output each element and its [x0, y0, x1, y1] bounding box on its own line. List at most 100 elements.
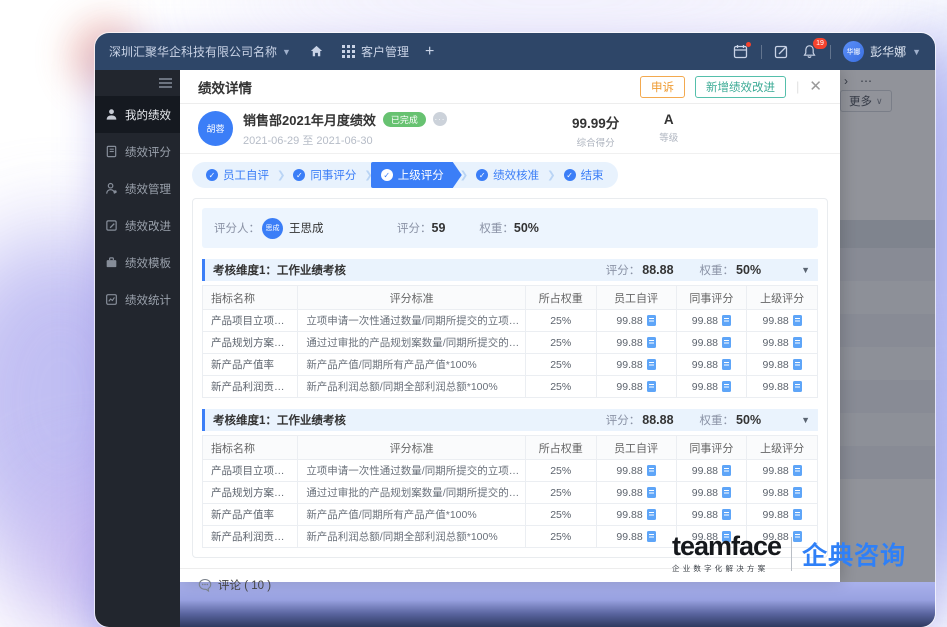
divider: [791, 537, 792, 571]
person-icon: [105, 108, 118, 121]
collapse-menu-icon[interactable]: [159, 76, 172, 91]
collapse-caret-icon[interactable]: ▼: [801, 265, 810, 275]
weight-value: 50%: [514, 221, 539, 235]
bell-icon[interactable]: 19: [802, 44, 818, 60]
sidebar-item-performance-stats[interactable]: 绩效统计: [95, 281, 180, 318]
sidebar-item-label: 绩效管理: [125, 181, 171, 197]
divider: |: [796, 79, 799, 94]
sidebar-item-my-performance[interactable]: 我的绩效: [95, 96, 180, 133]
nav-app-tab[interactable]: 客户管理: [342, 43, 409, 60]
scoring-standard: 新产品利润总额/同期全部利润总额*100%: [298, 376, 526, 398]
sidebar-item-performance-template[interactable]: 绩效模板: [95, 244, 180, 281]
self-score-cell: 99.88: [596, 482, 676, 504]
attachment-file-icon[interactable]: [647, 465, 656, 476]
company-switcher[interactable]: 深圳汇聚华企科技有限公司名称 ▼: [109, 43, 291, 60]
close-icon[interactable]: ✕: [809, 79, 822, 94]
sidebar-item-performance-improve[interactable]: 绩效改进: [95, 207, 180, 244]
attachment-file-icon[interactable]: [793, 465, 802, 476]
column-header: 同事评分: [676, 286, 747, 310]
sidebar-item-performance-manage[interactable]: 绩效管理: [95, 170, 180, 207]
check-icon: ✓: [476, 169, 488, 181]
score-label: 评分：: [397, 220, 432, 236]
calendar-icon[interactable]: [733, 44, 749, 60]
attachment-file-icon[interactable]: [647, 531, 656, 542]
peer-score-cell: 99.88: [676, 504, 747, 526]
attachment-file-icon[interactable]: [647, 359, 656, 370]
self-score-cell: 99.88: [596, 504, 676, 526]
weight-cell: 25%: [525, 526, 596, 548]
score-label: 评分：: [606, 262, 641, 278]
attachment-file-icon[interactable]: [647, 509, 656, 520]
attachment-file-icon[interactable]: [647, 315, 656, 326]
performance-detail-modal: 绩效详情 申诉 新增绩效改进 | ✕ 胡蓉 销售部2021年月度绩效 已完成: [180, 70, 840, 582]
attachment-file-icon[interactable]: [793, 315, 802, 326]
superior-score-cell: 99.88: [747, 310, 818, 332]
column-header: 上级评分: [747, 436, 818, 460]
step-superior-score[interactable]: ✓ 上级评分: [371, 162, 462, 188]
attachment-file-icon[interactable]: [722, 487, 731, 498]
column-header: 员工自评: [596, 436, 676, 460]
attachment-file-icon[interactable]: [793, 509, 802, 520]
attachment-file-icon[interactable]: [647, 337, 656, 348]
attachment-file-icon[interactable]: [793, 487, 802, 498]
evaluator-bar: 评分人： 思成 王思成 评分： 59 权重： 50%: [202, 208, 818, 248]
dimension-title: 考核维度1：工作业绩考核: [213, 262, 346, 278]
peer-score-cell: 99.88: [676, 482, 747, 504]
score-label: 评分：: [606, 412, 641, 428]
attachment-file-icon[interactable]: [647, 381, 656, 392]
attachment-file-icon[interactable]: [793, 381, 802, 392]
user-menu[interactable]: 华娜 彭华娜 ▼: [843, 41, 921, 62]
decor-glow: [200, 0, 900, 30]
check-icon: ✓: [564, 169, 576, 181]
score-table: 指标名称 评分标准 所占权重 员工自评 同事评分 上级评分: [202, 285, 818, 398]
attachment-file-icon[interactable]: [722, 337, 731, 348]
evaluator-name: 王思成: [289, 220, 397, 236]
attachment-file-icon[interactable]: [722, 315, 731, 326]
dimension-section-header[interactable]: 考核维度1：工作业绩考核 评分： 88.88 权重： 50% ▼: [202, 409, 818, 431]
step-approval[interactable]: ✓ 绩效核准: [466, 162, 549, 188]
scoring-standard: 通过过审批的产品规划案数量/同期所提交的产期所提方案总案*100%: [298, 482, 526, 504]
peer-score-cell: 99.88: [676, 332, 747, 354]
step-label: 上级评分: [398, 167, 444, 183]
collapse-caret-icon[interactable]: ▼: [801, 415, 810, 425]
indicator-name: 新产品利润贡献率: [203, 376, 298, 398]
indicator-row: 产品项目立项一次性通过率 立项申请一次性通过数量/同期所提交的立项申请总数*10…: [203, 310, 818, 332]
dimension-section-header[interactable]: 考核维度1：工作业绩考核 评分： 88.88 权重： 50% ▼: [202, 259, 818, 281]
attachment-file-icon[interactable]: [722, 465, 731, 476]
weight-label: 权重：: [700, 262, 735, 278]
modal-title: 绩效详情: [198, 77, 252, 97]
step-peer-score[interactable]: ✓ 同事评分: [283, 162, 366, 188]
superior-score-cell: 99.88: [747, 354, 818, 376]
comment-bubble-icon[interactable]: ···: [433, 112, 447, 126]
appeal-button[interactable]: 申诉: [640, 76, 685, 98]
attachment-file-icon[interactable]: [722, 359, 731, 370]
attachment-file-icon[interactable]: [647, 487, 656, 498]
indicator-name: 产品规划方案通过率: [203, 332, 298, 354]
indicator-row: 新产品利润贡献率 新产品利润总额/同期全部利润总额*100% 25% 99.88…: [203, 376, 818, 398]
sidebar-item-label: 绩效评分: [125, 144, 171, 160]
add-tab-button[interactable]: +: [425, 44, 434, 60]
chevron-down-icon: ▼: [912, 47, 921, 57]
attachment-file-icon[interactable]: [793, 359, 802, 370]
record-name: 销售部2021年月度绩效: [243, 110, 376, 129]
superior-score-cell: 99.88: [747, 376, 818, 398]
attachment-file-icon[interactable]: [722, 509, 731, 520]
divider: [761, 45, 762, 59]
step-self-evaluation[interactable]: ✓ 员工自评: [196, 162, 279, 188]
score-value: 59: [432, 221, 446, 235]
sidebar-item-label: 绩效模板: [125, 255, 171, 271]
step-finished[interactable]: ✓ 结束: [554, 162, 614, 188]
column-header: 指标名称: [203, 286, 298, 310]
sidebar-item-performance-score[interactable]: 绩效评分: [95, 133, 180, 170]
attachment-file-icon[interactable]: [793, 337, 802, 348]
record-summary: 胡蓉 销售部2021年月度绩效 已完成 ··· 2021-06-29 至 202…: [180, 104, 840, 154]
superior-score-cell: 99.88: [747, 504, 818, 526]
watermark-name: 企典咨询: [802, 536, 906, 572]
edit-note-icon[interactable]: [774, 44, 790, 60]
column-header: 评分标准: [298, 436, 526, 460]
new-improvement-button[interactable]: 新增绩效改进: [695, 76, 786, 98]
step-label: 同事评分: [310, 167, 356, 183]
self-score-cell: 99.88: [596, 310, 676, 332]
attachment-file-icon[interactable]: [722, 381, 731, 392]
home-icon[interactable]: [309, 44, 324, 59]
